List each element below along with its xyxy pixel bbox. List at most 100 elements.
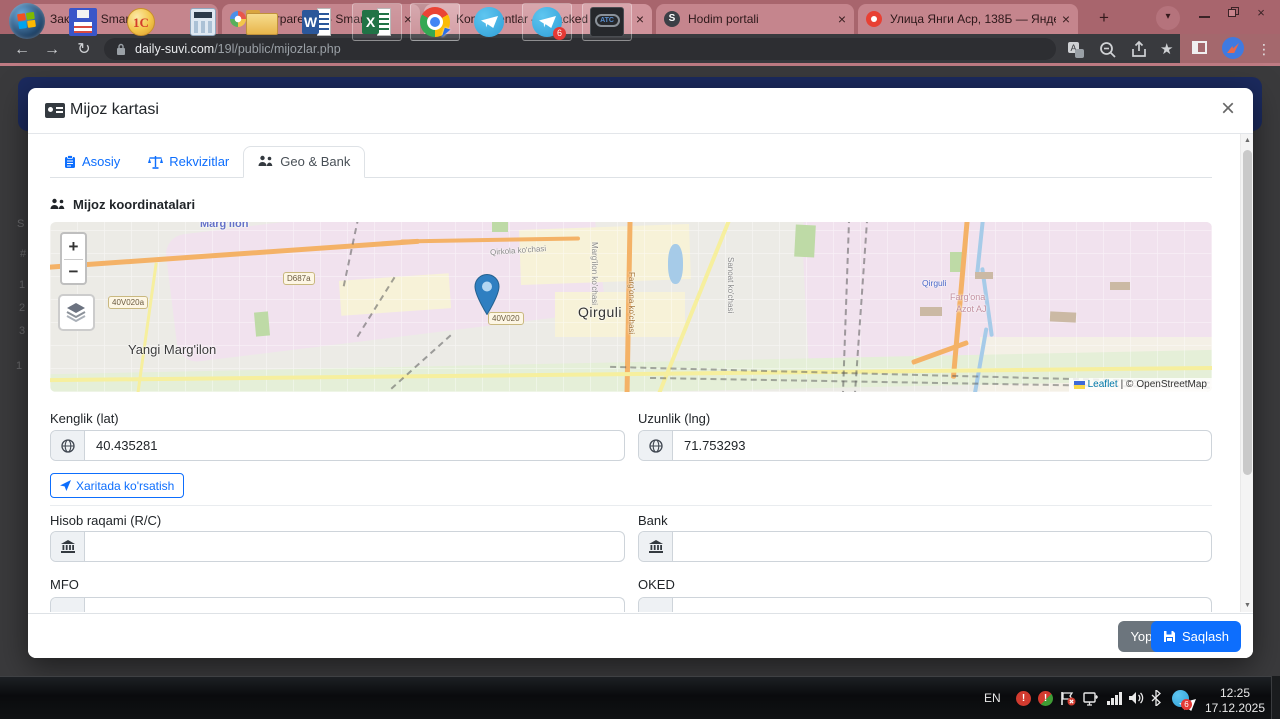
mfo-label: MFO	[50, 577, 79, 592]
taskbar-telegram-button[interactable]	[472, 5, 506, 39]
customer-card-modal: Mijoz kartasi × Asosiy Rekvizitlar Geo &…	[28, 88, 1253, 658]
reload-button[interactable]: ↻	[72, 38, 96, 62]
windows-logo-icon	[17, 11, 36, 30]
atc-cloud-icon: ATC	[590, 7, 624, 37]
taskbar-telegram2-button-open[interactable]: 6	[522, 3, 572, 41]
alert-tray-icon[interactable]: !	[1016, 691, 1031, 706]
clipboard-icon	[65, 154, 75, 168]
people-pin-icon	[50, 198, 65, 209]
zoom-out-button[interactable]: −	[62, 262, 85, 282]
tab-close-icon[interactable]: ×	[1062, 11, 1070, 27]
tab-close-icon[interactable]: ×	[636, 11, 644, 27]
layers-icon	[66, 303, 86, 323]
action-center-flag-icon[interactable]	[1060, 691, 1076, 706]
signal-bars-icon[interactable]	[1107, 692, 1123, 705]
profile-avatar[interactable]	[1222, 37, 1244, 59]
ukraine-flag-icon	[1073, 380, 1085, 389]
antivirus-tray-icon[interactable]: !	[1038, 691, 1053, 706]
bookmark-star-icon[interactable]: ★	[1160, 40, 1173, 58]
browser-menu-icon[interactable]: ⋮	[1256, 38, 1272, 60]
browser-tab-4[interactable]: S Hodim portali ×	[656, 4, 854, 34]
back-button[interactable]: ←	[10, 38, 34, 62]
lng-label: Uzunlik (lng)	[638, 411, 711, 426]
divider	[50, 505, 1212, 506]
scrollbar-thumb[interactable]	[1243, 150, 1252, 475]
bg-table-text: 1	[16, 360, 23, 372]
taskbar-atc-button-open[interactable]: ATC	[582, 3, 632, 41]
unread-badge: 6	[1181, 699, 1192, 710]
tab-asosiy[interactable]: Asosiy	[50, 147, 134, 177]
osm-link[interactable]: OpenStreetMap	[1136, 379, 1207, 390]
taskbar-file-manager-button[interactable]	[66, 5, 100, 39]
taskbar-excel-button-open[interactable]: X	[352, 3, 402, 41]
tab-geo-bank[interactable]: Geo & Bank	[243, 146, 366, 178]
tab-title: Улица Янги Аср, 138Б — Янде	[890, 12, 1056, 26]
screen: Заказы - Smartup × Контрагенты - Smartup…	[0, 0, 1280, 719]
map-road-badge: D687a	[283, 272, 315, 285]
scroll-down-icon[interactable]: ▼	[1241, 602, 1254, 609]
bank-icon	[639, 532, 673, 561]
window-restore-button[interactable]	[1222, 5, 1244, 21]
lat-input[interactable]	[85, 431, 624, 460]
telegram-icon: 6	[532, 7, 566, 40]
calculator-icon	[190, 8, 216, 36]
tab-title: Hodim portali	[688, 12, 759, 26]
unread-badge: 6	[553, 27, 566, 40]
oked-input-clipped[interactable]	[638, 597, 1212, 612]
section-title: Mijoz koordinatalari	[73, 197, 196, 212]
bank-input[interactable]	[673, 532, 1211, 561]
new-tab-button[interactable]: +	[1092, 6, 1116, 30]
forward-button[interactable]: →	[40, 38, 64, 62]
leaflet-link[interactable]: Leaflet	[1088, 379, 1118, 390]
leaflet-map[interactable]: Marg'ilon D687a 40V020a 40V020 Yangi Mar…	[50, 222, 1212, 392]
taskbar-calculator-button[interactable]	[186, 5, 220, 39]
lock-icon	[117, 43, 125, 55]
modal-scrollbar[interactable]: ▲ ▼	[1240, 134, 1253, 612]
zoom-in-button[interactable]: +	[62, 237, 85, 257]
mfo-input-clipped[interactable]	[50, 597, 625, 612]
chrome-icon	[420, 7, 455, 41]
scroll-up-icon[interactable]: ▲	[1241, 137, 1254, 144]
translate-icon[interactable]: A	[1066, 40, 1086, 60]
tab-close-icon[interactable]: ×	[838, 11, 846, 27]
bluetooth-icon[interactable]	[1151, 690, 1161, 706]
network-plug-icon[interactable]	[1083, 692, 1099, 706]
telegram-tray-icon[interactable]: 6	[1172, 690, 1192, 710]
taskbar-explorer-button[interactable]	[244, 5, 278, 39]
window-close-button[interactable]: ×	[1250, 5, 1272, 21]
bank-label: Bank	[638, 513, 668, 528]
share-icon[interactable]	[1129, 40, 1149, 60]
window-minimize-button[interactable]	[1194, 5, 1216, 21]
side-panel-icon[interactable]	[1192, 41, 1207, 54]
map-layers-control[interactable]	[58, 294, 95, 331]
tab-rekvizitlar[interactable]: Rekvizitlar	[134, 147, 243, 177]
address-bar[interactable]: daily-suvi.com/19l/public/mijozlar.php	[104, 38, 1056, 60]
start-button[interactable]	[9, 3, 45, 39]
bg-table-text: 1	[19, 279, 26, 291]
bg-table-text: S	[17, 218, 25, 230]
save-button[interactable]: Saqlash	[1151, 621, 1241, 652]
show-on-map-label: Xaritada ko'rsatish	[76, 478, 175, 493]
tab-search-chevron-icon[interactable]: ▾	[1156, 6, 1180, 30]
speaker-icon[interactable]	[1128, 691, 1144, 705]
show-on-map-button[interactable]: Xaritada ko'rsatish	[50, 473, 185, 498]
map-street-label: Marg'ilon ko'chasi	[590, 242, 599, 306]
map-marker-icon[interactable]	[474, 274, 500, 315]
zoom-search-icon[interactable]	[1098, 40, 1118, 60]
language-indicator[interactable]: EN	[984, 691, 1001, 705]
taskbar-chrome-button-active[interactable]	[410, 3, 460, 41]
modal-tab-bar: Asosiy Rekvizitlar Geo & Bank	[50, 146, 1212, 178]
tab-label: Asosiy	[82, 154, 121, 169]
show-desktop-button[interactable]	[1271, 676, 1280, 719]
modal-close-icon[interactable]: ×	[1215, 96, 1241, 122]
taskbar-word-button[interactable]: W	[300, 5, 334, 39]
url-path: /19l/public/mijozlar.php	[214, 42, 341, 56]
account-input[interactable]	[85, 532, 624, 561]
folder-icon	[246, 10, 278, 35]
map-street-label: Sanoat ko'chasi	[726, 257, 735, 314]
lng-input[interactable]	[673, 431, 1211, 460]
taskbar-1c-button[interactable]: 1С	[124, 5, 158, 39]
browser-tab-5[interactable]: Улица Янги Аср, 138Б — Янде ×	[858, 4, 1078, 34]
1c-icon: 1С	[127, 8, 155, 36]
tray-clock[interactable]: 12:25 17.12.2025	[1200, 686, 1270, 716]
